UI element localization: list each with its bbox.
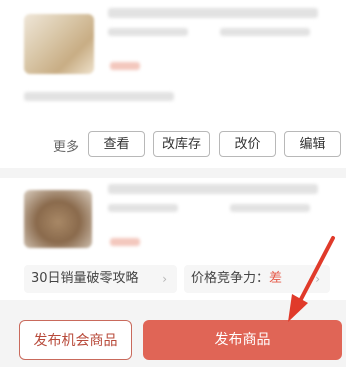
change-stock-button[interactable]: 改库存	[153, 131, 210, 157]
publish-product-button[interactable]: 发布商品	[143, 320, 342, 360]
blurred-meta	[220, 28, 310, 36]
blurred-title	[108, 184, 318, 194]
blurred-meta	[108, 204, 178, 212]
publish-opportunity-button[interactable]: 发布机会商品	[19, 320, 132, 360]
sales-strategy-tip[interactable]: 30日销量破零攻略 ›	[24, 265, 177, 293]
blurred-info	[24, 92, 174, 101]
product-card-1: 更多 查看 改库存 改价 编辑	[0, 0, 346, 168]
change-price-button[interactable]: 改价	[219, 131, 276, 157]
price-competitiveness-tip[interactable]: 价格竞争力：差 ›	[184, 265, 330, 293]
blurred-price	[110, 62, 140, 70]
blurred-price	[110, 238, 140, 246]
view-button[interactable]: 查看	[88, 131, 145, 157]
product-thumbnail[interactable]	[24, 14, 94, 74]
product-thumbnail[interactable]	[24, 190, 92, 248]
price-competitiveness-label: 价格竞争力：	[191, 271, 270, 286]
blurred-meta	[230, 204, 310, 212]
blurred-meta	[108, 28, 188, 36]
price-competitiveness-value: 差	[269, 271, 283, 286]
more-label[interactable]: 更多	[53, 136, 79, 155]
sales-strategy-label: 30日销量破零攻略	[31, 271, 139, 286]
chevron-right-icon: ›	[315, 272, 320, 286]
chevron-right-icon: ›	[162, 272, 167, 286]
blurred-title	[108, 8, 318, 18]
edit-button[interactable]: 编辑	[284, 131, 341, 157]
